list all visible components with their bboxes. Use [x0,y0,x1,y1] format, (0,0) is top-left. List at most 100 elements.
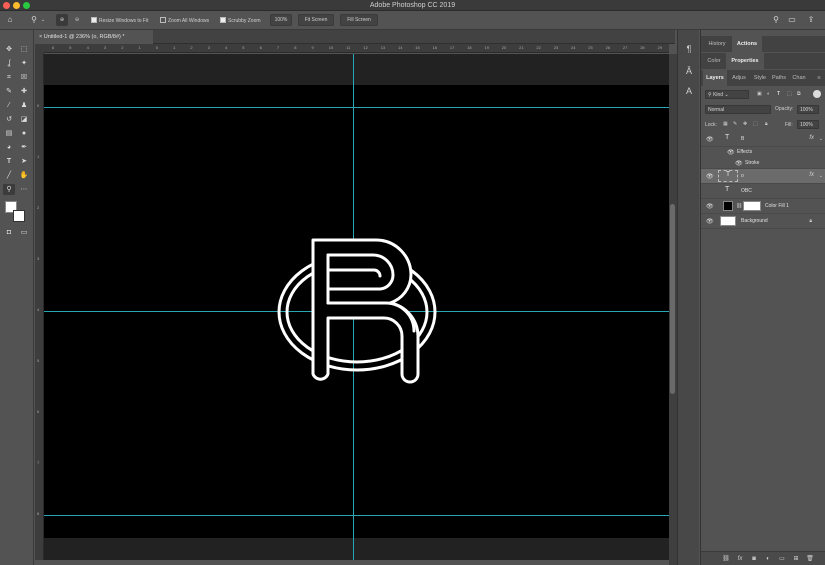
tab-layers[interactable]: Layers [703,70,727,86]
eraser-tool-icon[interactable]: ◪ [18,114,30,125]
delete-layer-icon[interactable]: 🗑︎ [805,554,815,564]
search-icon[interactable]: ⚲ [770,15,782,25]
layer-row-o[interactable]: 👁︎ T o fx ⌄ [701,169,825,184]
tab-color[interactable]: Color [703,53,725,69]
filter-type-icon[interactable]: T [777,91,780,97]
layer-filter-select[interactable]: ⚲ Kind ⌄ [705,90,749,99]
lock-image-icon[interactable]: ✎ [733,121,737,127]
add-style-icon[interactable]: fx [735,554,745,564]
frame-tool-icon[interactable]: ☒ [18,72,30,83]
resize-windows-checkbox[interactable]: Resize Windows to Fit [91,16,148,26]
tab-channels[interactable]: Chan [789,70,809,86]
layer-effects-icon[interactable]: fx [809,135,814,141]
brush-tool-icon[interactable]: ⁄ [3,100,15,111]
vertical-scrollbar[interactable] [669,54,677,565]
stroke-eye-icon[interactable]: 👁︎ [735,160,743,167]
document-tab[interactable]: × Untitled-1 @ 236% (o, RGB/8#) * [35,30,153,44]
lock-artboard-icon[interactable]: ⬚ [753,121,758,127]
blend-mode-select[interactable]: Normal [705,105,771,114]
tab-adjustments[interactable]: Adjus [728,70,750,86]
fit-screen-button[interactable]: Fit Screen [298,14,334,26]
line-tool-icon[interactable]: ╱ [3,170,15,181]
lock-position-icon[interactable]: ✥ [743,121,747,127]
layer-mask-thumbnail[interactable] [743,201,761,211]
marquee-tool-icon[interactable]: ⬚ [18,44,30,55]
link-layers-icon[interactable]: ⛓︎ [721,554,731,564]
move-tool-icon[interactable]: ✥ [3,44,15,55]
layer-row-b[interactable]: 👁︎ T B fx ⌄ [701,132,825,147]
lock-all-icon[interactable]: 🔒︎ [765,121,768,127]
horizontal-ruler[interactable]: 6 5 4 3 2 1 0 1 2 3 4 5 6 7 8 9 10 11 12 13 14 15 16 17 18 19 20 21… [44,44,669,53]
visibility-eye-icon[interactable]: 👁︎ [706,136,714,143]
vertical-ruler[interactable]: 0123456789 [35,53,44,565]
visibility-eye-icon[interactable]: 👁︎ [706,173,714,180]
lasso-tool-icon[interactable]: ʆ [3,58,15,69]
type-tool-icon[interactable]: T [3,156,15,167]
layer-row-background[interactable]: 👁︎ Background 🔒︎ [701,214,825,229]
paragraph-panel-icon[interactable]: ¶ [682,42,696,56]
lock-transparent-icon[interactable]: ▦ [723,121,728,127]
document-tab-close-icon[interactable]: × [39,34,42,40]
horizontal-guide[interactable] [44,107,669,108]
expand-effects-icon[interactable]: ⌄ [819,173,823,179]
share-icon[interactable]: ⇪ [805,15,817,25]
zoom-tool-icon[interactable]: ⚲ [3,184,15,195]
chevron-down-icon[interactable]: ⌄ [40,15,46,25]
magic-wand-icon[interactable]: ✦ [18,58,30,69]
tab-history[interactable]: History [703,36,731,52]
tab-styles[interactable]: Style [751,70,769,86]
home-icon[interactable]: ⌂ [4,15,16,25]
quick-mask-icon[interactable]: ◘ [3,227,15,238]
workspace-icon[interactable]: ▭ [786,15,798,25]
zoom-out-icon[interactable]: ⊖ [71,14,83,26]
layer-row-color-fill[interactable]: 👁︎ ⛓︎ Color Fill 1 [701,199,825,214]
blur-tool-icon[interactable]: ● [18,128,30,139]
ruler-origin[interactable] [35,44,44,53]
visibility-eye-icon[interactable]: 👁︎ [706,203,714,210]
dodge-tool-icon[interactable]: ◕ [3,142,15,153]
new-group-icon[interactable]: ▭ [777,554,787,564]
zoom-all-checkbox[interactable]: Zoom All Windows [160,16,209,26]
tab-paths[interactable]: Paths [770,70,788,86]
filter-pixel-icon[interactable]: ▣ [757,91,762,97]
panel-menu-icon[interactable]: ≡ [814,70,824,86]
glyphs-panel-icon[interactable]: A [682,84,696,98]
scrubby-zoom-checkbox[interactable]: Scrubby Zoom [220,16,261,26]
layer-row-obc[interactable]: T OBC [701,184,825,199]
eyedropper-icon[interactable]: ✎ [3,86,15,97]
effects-row[interactable]: 👁︎ Effects [701,147,825,158]
filter-adjustment-icon[interactable]: ◐ [767,91,770,97]
character-panel-icon[interactable]: Ā [682,64,696,78]
background-color-swatch[interactable] [13,210,25,222]
stamp-tool-icon[interactable]: ♟ [18,100,30,111]
crop-tool-icon[interactable]: ⌗ [3,72,15,83]
screen-mode-icon[interactable]: ▭ [18,227,30,238]
scrollbar-thumb[interactable] [670,204,675,394]
effects-eye-icon[interactable]: 👁︎ [727,149,735,156]
stroke-effect-row[interactable]: 👁︎ Stroke [701,158,825,169]
filter-shape-icon[interactable]: ⬚ [787,91,792,97]
new-fill-layer-icon[interactable]: ◐ [763,554,773,564]
zoom-value-button[interactable]: 100% [270,14,292,26]
fill-color-thumbnail[interactable] [723,201,733,211]
horizontal-guide[interactable] [44,515,669,516]
zoom-in-icon[interactable]: ⊕ [56,14,68,26]
filter-smart-object-icon[interactable]: ⧉ [797,91,801,97]
tab-actions[interactable]: Actions [732,36,762,52]
zoom-tool-icon[interactable]: ⚲ [28,15,40,25]
fill-input[interactable]: 100% [797,120,819,129]
layer-effects-icon[interactable]: fx [809,172,814,178]
visibility-eye-icon[interactable]: 👁︎ [706,218,714,225]
add-mask-icon[interactable]: ◙ [749,554,759,564]
opacity-input[interactable]: 100% [797,105,819,114]
pen-tool-icon[interactable]: ✒ [18,142,30,153]
fill-screen-button[interactable]: Fill Screen [340,14,378,26]
expand-effects-icon[interactable]: ⌄ [819,136,823,142]
new-layer-icon[interactable]: ⊞ [791,554,801,564]
path-selection-icon[interactable]: ➤ [18,156,30,167]
link-icon[interactable]: ⛓︎ [736,203,742,209]
gradient-tool-icon[interactable]: ▤ [3,128,15,139]
history-brush-icon[interactable]: ↺ [3,114,15,125]
more-tools-icon[interactable]: ⋯ [18,184,30,195]
filter-toggle[interactable] [813,90,821,98]
